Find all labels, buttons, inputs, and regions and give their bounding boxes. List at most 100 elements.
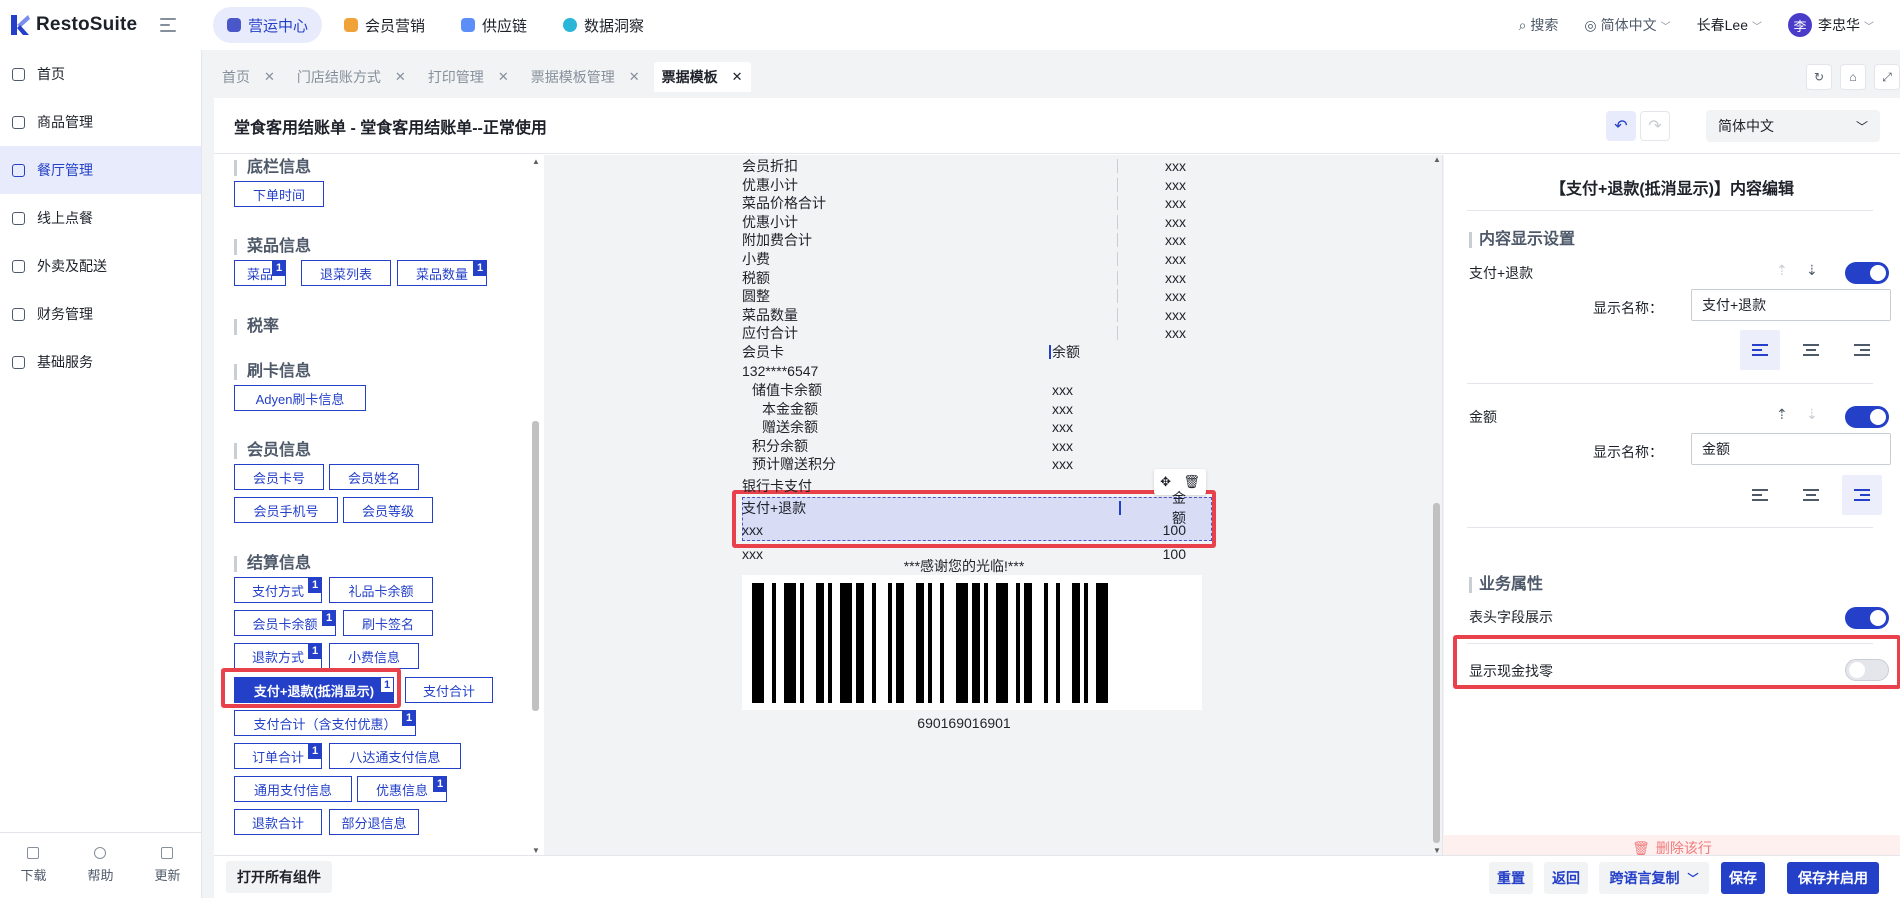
user-menu[interactable]: 李李忠华 ﹀: [1788, 13, 1874, 37]
chip-order-total[interactable]: 订单合计 1: [234, 743, 322, 769]
update-button[interactable]: 更新: [154, 847, 181, 884]
chip-card-signature[interactable]: 刷卡签名: [343, 610, 433, 636]
save-and-enable-button[interactable]: 保存并启用: [1787, 862, 1879, 894]
scroll-thumb[interactable]: [532, 421, 539, 711]
close-icon[interactable]: ✕: [395, 69, 406, 85]
chip-member-phone[interactable]: 会员手机号: [234, 497, 338, 523]
fullscreen-icon[interactable]: ⤢: [1874, 64, 1900, 90]
save-button[interactable]: 保存: [1721, 862, 1765, 894]
tab-receipt-template[interactable]: 票据模板 ✕: [653, 62, 751, 92]
chip-general-payment[interactable]: 通用支付信息: [234, 776, 352, 802]
topnav-data-insight[interactable]: 数据洞察: [549, 7, 658, 43]
align-center-button[interactable]: [1791, 475, 1831, 515]
close-icon[interactable]: ✕: [498, 69, 509, 85]
receipt-row[interactable]: xxx 100: [742, 543, 1196, 565]
align-left-button[interactable]: [1740, 475, 1780, 515]
scroll-down-icon[interactable]: ▼: [1433, 846, 1441, 855]
close-icon[interactable]: ✕: [264, 69, 275, 85]
chip-return-list[interactable]: 退菜列表: [301, 260, 391, 286]
field-amount-toggle[interactable]: [1845, 406, 1889, 428]
chip-payment-method[interactable]: 支付方式 1: [234, 577, 322, 603]
chip-dish[interactable]: 菜品 1: [234, 260, 286, 286]
topnav-membership[interactable]: 会员营销: [330, 7, 439, 43]
close-icon[interactable]: ✕: [629, 69, 640, 85]
chip-label: 会员卡余额: [252, 616, 318, 632]
barcode-image: [752, 583, 1108, 703]
chip-member-level[interactable]: 会员等级: [343, 497, 433, 523]
chip-member-name[interactable]: 会员姓名: [329, 464, 419, 490]
reset-button[interactable]: 重置: [1489, 862, 1533, 894]
member-sub-row[interactable]: 预计赠送积分 xxx: [742, 453, 1196, 475]
field-payment-refund-toggle[interactable]: [1845, 262, 1889, 284]
top-right-tools: ⌕ 搜索 ◎ 简体中文 ﹀ 长春Lee ﹀ 李李忠华 ﹀: [1519, 13, 1900, 37]
lock-icon[interactable]: ⌂: [1840, 64, 1866, 90]
chip-gift-card-balance[interactable]: 礼品卡余额: [329, 577, 433, 603]
display-name-input[interactable]: 金额: [1691, 433, 1891, 465]
logo[interactable]: RestoSuite: [0, 13, 190, 37]
tab-label: 首页: [222, 69, 250, 85]
chip-tip-info[interactable]: 小费信息: [329, 643, 419, 669]
sort-down-icon[interactable]: ⇣: [1806, 262, 1818, 279]
chip-member-card-no[interactable]: 会员卡号: [234, 464, 324, 490]
tab-template-management[interactable]: 票据模板管理 ✕: [523, 62, 648, 92]
template-language-select[interactable]: 简体中文 ﹀: [1706, 110, 1880, 142]
payment-refund-row[interactable]: xxx 100: [742, 519, 1196, 541]
tab-print-management[interactable]: 打印管理 ✕: [420, 62, 517, 92]
component-scrollbar[interactable]: ▲ ▼: [532, 157, 540, 855]
sidebar-item-basic-services[interactable]: 基础服务: [0, 338, 201, 386]
chip-discount-info[interactable]: 优惠信息 1: [357, 776, 447, 802]
display-name-input[interactable]: 支付+退款: [1691, 289, 1891, 321]
tab-checkout-methods[interactable]: 门店结账方式 ✕: [289, 62, 414, 92]
sidebar-item-online-order[interactable]: 线上点餐: [0, 194, 201, 242]
align-left-button[interactable]: [1740, 330, 1780, 370]
chip-order-time[interactable]: 下单时间: [234, 181, 324, 207]
chip-refund-total[interactable]: 退款合计: [234, 809, 322, 835]
chip-payment-total-with-discount[interactable]: 支付合计（含支付优惠） 1: [234, 710, 416, 736]
download-button[interactable]: 下载: [20, 847, 47, 884]
search-button[interactable]: ⌕ 搜索: [1519, 15, 1559, 35]
chip-member-card-balance[interactable]: 会员卡余额 1: [234, 610, 336, 636]
payment-refund-header[interactable]: 支付+退款 金额: [742, 490, 1196, 526]
bank-card-row[interactable]: 银行卡支付: [742, 475, 1196, 497]
store-switch[interactable]: 长春Lee ﹀: [1697, 15, 1762, 35]
cross-language-copy-button[interactable]: 跨语言复制 ﹀: [1599, 862, 1709, 894]
align-right-button[interactable]: [1842, 475, 1882, 515]
sort-up-icon[interactable]: ⇡: [1776, 406, 1788, 423]
column-separator: [1119, 501, 1121, 515]
scroll-down-icon[interactable]: ▼: [532, 846, 540, 855]
tab-home[interactable]: 首页 ✕: [214, 62, 283, 92]
sidebar-item-delivery[interactable]: 外卖及配送: [0, 242, 201, 290]
back-button[interactable]: 返回: [1544, 862, 1588, 894]
close-icon[interactable]: ✕: [732, 69, 743, 85]
redo-icon[interactable]: ↷: [1640, 111, 1670, 141]
canvas-scrollbar[interactable]: ▲ ▼: [1432, 155, 1442, 855]
scroll-up-icon[interactable]: ▲: [532, 157, 540, 166]
align-right-button[interactable]: [1842, 330, 1882, 370]
sort-down-icon[interactable]: ⇣: [1806, 406, 1818, 423]
sidebar-item-home[interactable]: 首页: [0, 50, 201, 98]
chip-octopus-payment[interactable]: 八达通支付信息: [329, 743, 461, 769]
topnav-operations[interactable]: 营运中心: [213, 7, 323, 43]
scroll-thumb[interactable]: [1433, 503, 1440, 843]
help-button[interactable]: 帮助: [87, 847, 114, 884]
topnav-supply-chain[interactable]: 供应链: [447, 7, 541, 43]
properties-title: 【支付+退款(抵消显示)】内容编辑: [1549, 181, 1794, 198]
open-all-components-button[interactable]: 打开所有组件: [226, 861, 332, 893]
sort-up-icon[interactable]: ⇡: [1776, 262, 1788, 279]
undo-icon[interactable]: ↶: [1606, 111, 1636, 141]
align-center-button[interactable]: [1791, 330, 1831, 370]
sidebar-item-products[interactable]: 商品管理: [0, 98, 201, 146]
chip-payment-total[interactable]: 支付合计: [405, 677, 493, 703]
scroll-up-icon[interactable]: ▲: [1433, 155, 1441, 164]
sidebar-item-restaurant[interactable]: 餐厅管理: [0, 146, 201, 194]
chip-dish-quantity[interactable]: 菜品数量 1: [397, 260, 487, 286]
refresh-icon[interactable]: ↻: [1806, 64, 1832, 90]
header-field-show-toggle[interactable]: [1845, 607, 1889, 629]
brand-name: RestoSuite: [36, 14, 138, 35]
sidebar-item-finance[interactable]: 财务管理: [0, 290, 201, 338]
chip-refund-method[interactable]: 退款方式 1: [234, 643, 322, 669]
language-switch[interactable]: ◎ 简体中文 ﹀: [1584, 15, 1670, 35]
collapse-menu-icon[interactable]: [160, 18, 176, 32]
chip-partial-refund[interactable]: 部分退信息: [329, 809, 419, 835]
chip-adyen-card[interactable]: Adyen刷卡信息: [234, 385, 366, 411]
